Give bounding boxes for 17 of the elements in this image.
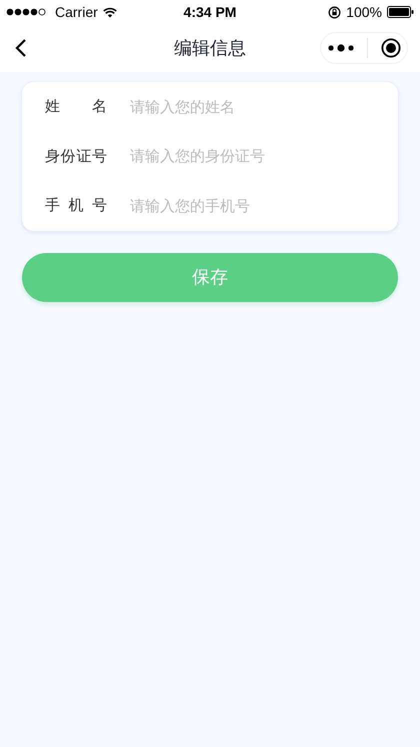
- field-label: 身份证号: [45, 146, 107, 166]
- clock: 4:34 PM: [184, 4, 236, 20]
- wifi-icon: [102, 6, 117, 18]
- battery-icon: [386, 6, 414, 18]
- back-icon[interactable]: [15, 39, 27, 57]
- input-field[interactable]: 请输入您的身份证号: [130, 147, 375, 166]
- close-icon[interactable]: [380, 38, 400, 58]
- input-field[interactable]: 请输入您的姓名: [130, 98, 375, 116]
- field-label: 姓名: [45, 97, 107, 116]
- input-field[interactable]: 请输入您的手机号: [130, 196, 375, 215]
- field-label: 手机号: [45, 196, 107, 216]
- more-icon[interactable]: [328, 44, 354, 52]
- rotation-lock-icon: [328, 6, 342, 18]
- page-title: 编辑信息: [174, 37, 246, 60]
- save-button[interactable]: 保存: [22, 252, 398, 302]
- battery-percent: 100%: [346, 4, 382, 20]
- carrier: Carrier: [55, 4, 98, 20]
